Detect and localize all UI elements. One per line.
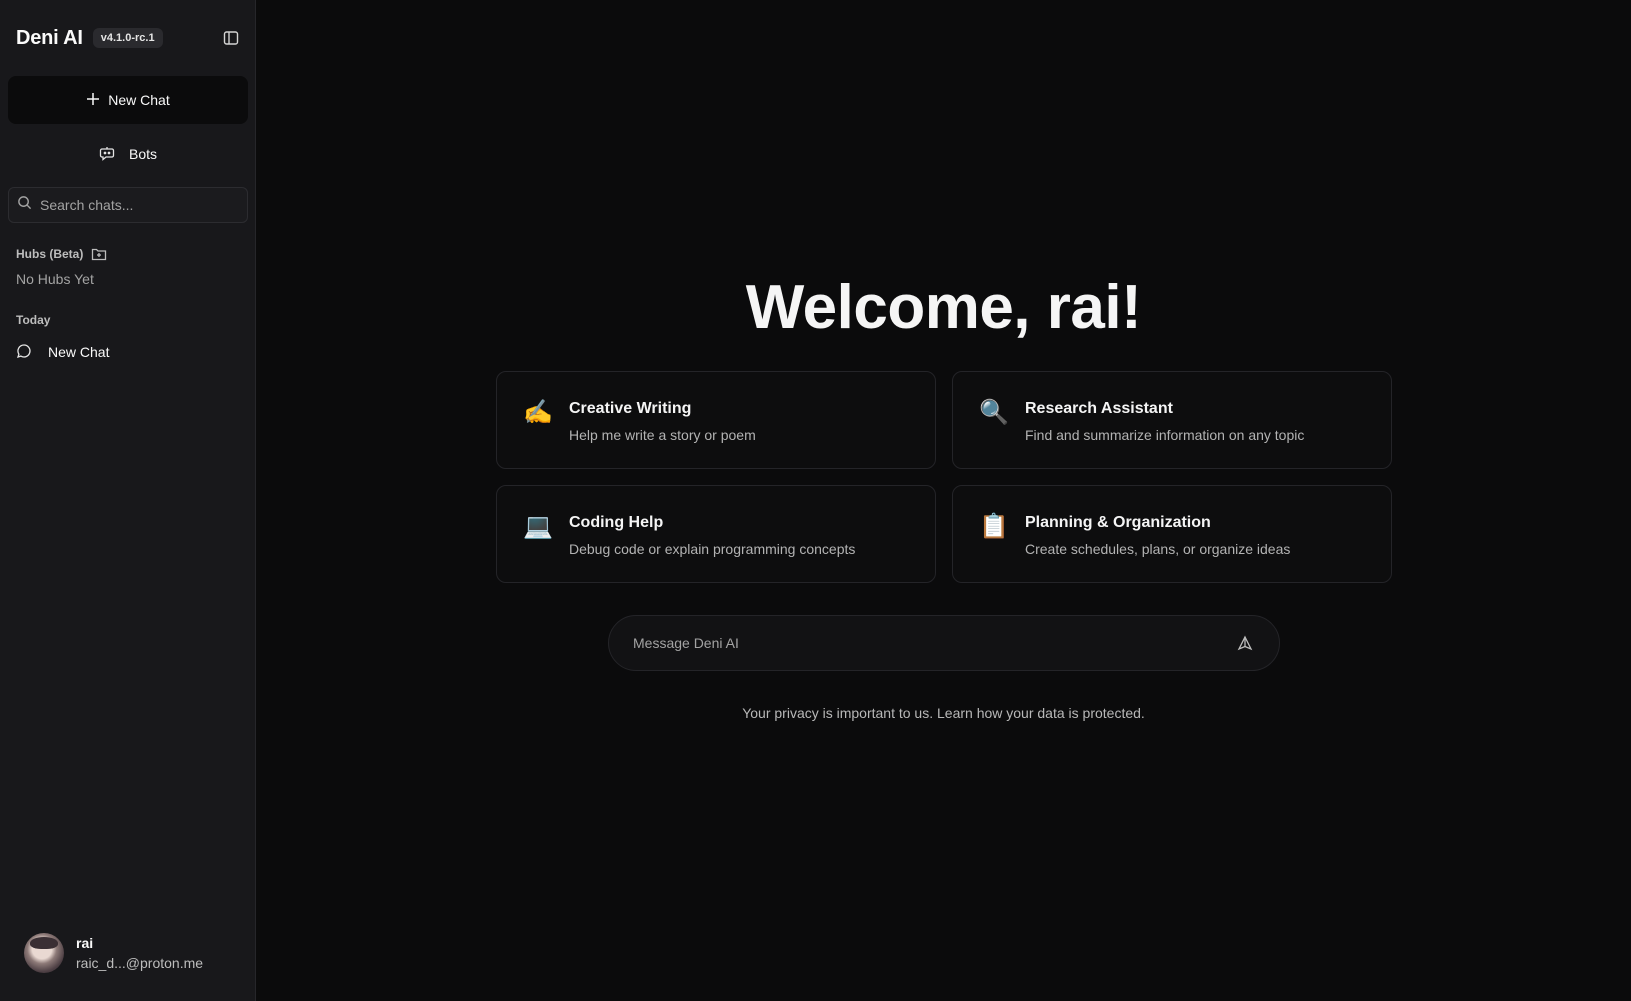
sidebar-toggle-icon[interactable] [221,28,241,48]
privacy-text: Your privacy is important to us. [742,705,934,721]
card-description: Find and summarize information on any to… [1025,427,1305,443]
privacy-notice: Your privacy is important to us. Learn h… [256,705,1631,721]
hubs-header: Hubs (Beta) [8,247,247,261]
card-description: Debug code or explain programming concep… [569,541,856,557]
search-input[interactable] [40,197,230,213]
sidebar-header: Deni AI v4.1.0-rc.1 [8,0,247,76]
new-chat-button[interactable]: New Chat [8,76,248,124]
card-description: Create schedules, plans, or organize ide… [1025,541,1291,557]
search-icon [17,195,32,215]
card-title: Research Assistant [1025,400,1173,417]
message-composer [608,615,1280,671]
bots-label: Bots [128,146,157,162]
new-chat-label: New Chat [108,92,170,108]
writing-hand-icon: ✍️ [523,399,553,426]
user-profile[interactable]: rai raic_d...@proton.me [24,933,203,973]
chat-bubble-icon [16,343,32,362]
main-area: Welcome, rai! ✍️ Creative Writing Help m… [256,0,1631,1001]
hubs-empty-text: No Hubs Yet [16,271,94,287]
bots-button[interactable]: Bots [8,131,248,177]
clipboard-icon: 📋 [979,513,1009,540]
welcome-heading: Welcome, rai! [745,273,1142,342]
privacy-link[interactable]: Learn how your data is protected. [937,705,1145,721]
hubs-label: Hubs (Beta) [16,247,84,261]
suggestion-card-research-assistant[interactable]: 🔍 Research Assistant Find and summarize … [952,371,1392,469]
avatar [24,933,64,973]
suggestion-card-coding-help[interactable]: 💻 Coding Help Debug code or explain prog… [496,485,936,583]
app-title: Deni AI [16,26,83,49]
bot-icon [99,145,115,164]
card-title: Coding Help [569,514,664,531]
suggestion-card-planning[interactable]: 📋 Planning & Organization Create schedul… [952,485,1392,583]
user-name: rai [76,935,94,951]
chat-item-label: New Chat [48,344,110,360]
laptop-icon: 💻 [523,513,553,540]
suggestion-card-creative-writing[interactable]: ✍️ Creative Writing Help me write a stor… [496,371,936,469]
version-badge: v4.1.0-rc.1 [92,28,163,48]
magnifier-icon: 🔍 [979,399,1009,426]
plus-icon [86,92,100,109]
send-icon[interactable] [1235,633,1255,653]
user-info: rai raic_d...@proton.me [76,935,203,971]
card-title: Planning & Organization [1025,514,1211,531]
card-description: Help me write a story or poem [569,427,756,443]
new-folder-icon[interactable] [91,247,107,261]
search-box [8,187,248,223]
chat-list-item[interactable]: New Chat [8,335,247,369]
suggestion-cards: ✍️ Creative Writing Help me write a stor… [496,371,1392,583]
user-email: raic_d...@proton.me [76,955,204,971]
card-title: Creative Writing [569,400,692,417]
sidebar: Deni AI v4.1.0-rc.1 New Chat Bots Search… [0,0,256,1001]
message-input[interactable] [633,635,1235,651]
section-today: Today [16,313,51,327]
